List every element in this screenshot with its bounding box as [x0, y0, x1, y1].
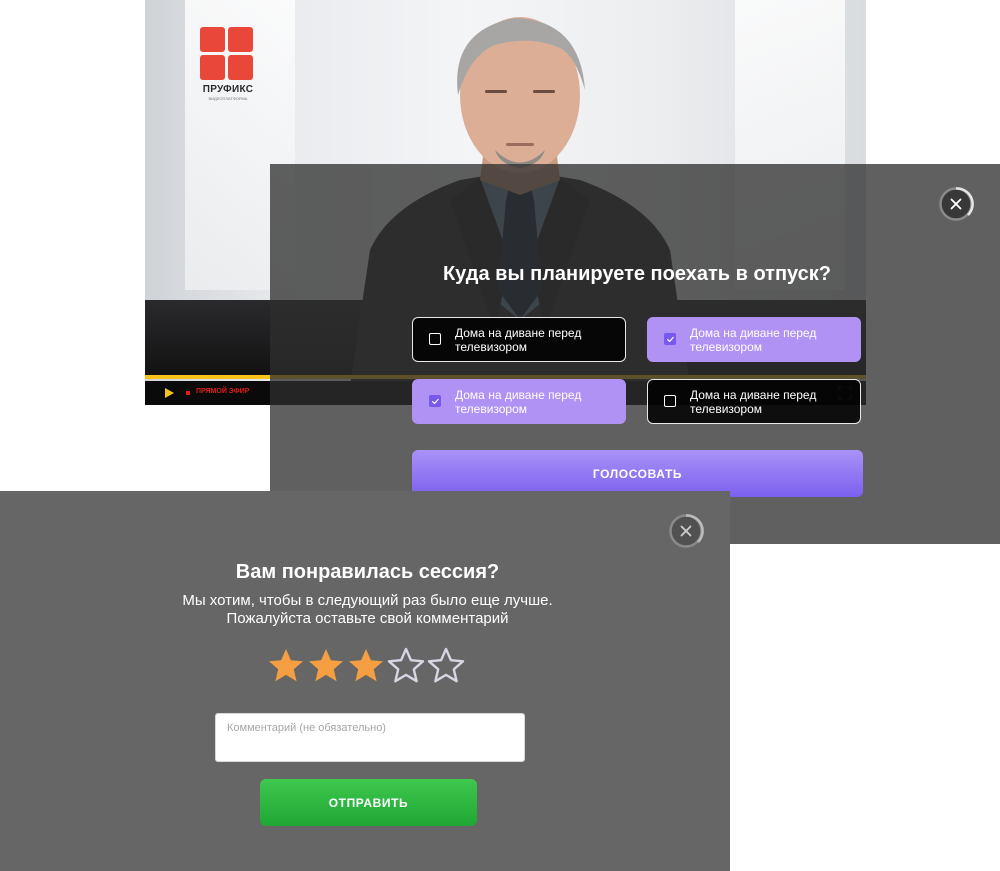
feedback-close-button[interactable]: [668, 513, 704, 549]
feedback-subtitle: Мы хотим, чтобы в следующий раз было еще…: [80, 592, 655, 628]
poll-option-label: Дома на диване перед телевизором: [690, 326, 817, 354]
star-filled-icon[interactable]: [347, 647, 387, 685]
star-rating: [267, 647, 471, 685]
poll-question: Куда вы планируете поехать в отпуск?: [442, 263, 832, 285]
play-icon[interactable]: [165, 388, 174, 398]
checkmark-icon: [431, 398, 439, 404]
logo-tagline: ВИДЕОПЛАТФОРМА: [208, 96, 248, 101]
poll-option-1[interactable]: Дома на диване перед телевизором: [412, 317, 626, 362]
brand-logo: ПРУФИКС ВИДЕОПЛАТФОРМА: [200, 27, 256, 101]
checkbox[interactable]: [429, 395, 441, 407]
poll-option-label: Дома на диване перед телевизором: [455, 326, 582, 354]
checkbox[interactable]: [664, 333, 676, 345]
feedback-subtitle-line: Мы хотим, чтобы в следующий раз было еще…: [182, 592, 553, 609]
star-empty-icon[interactable]: [427, 647, 467, 685]
checkbox[interactable]: [664, 395, 676, 407]
poll-option-3[interactable]: Дома на диване перед телевизором: [412, 379, 626, 424]
comment-input[interactable]: [215, 713, 525, 762]
live-indicator-icon: [186, 391, 190, 395]
poll-option-4[interactable]: Дома на диване перед телевизором: [647, 379, 861, 424]
star-filled-icon[interactable]: [307, 647, 347, 685]
feedback-title: Вам понравилась сессия?: [235, 561, 500, 583]
poll-option-2[interactable]: Дома на диване перед телевизором: [647, 317, 861, 362]
poll-close-button[interactable]: [938, 186, 974, 222]
submit-button[interactable]: ОТПРАВИТЬ: [260, 779, 477, 826]
vote-button[interactable]: ГОЛОСОВАТЬ: [412, 450, 863, 497]
feedback-panel: Вам понравилась сессия? Мы хотим, чтобы …: [0, 491, 730, 871]
poll-option-label: Дома на диване перед телевизором: [690, 388, 817, 416]
poll-overlay: Куда вы планируете поехать в отпуск? Дом…: [270, 164, 1000, 544]
poll-option-label: Дома на диване перед телевизором: [455, 388, 582, 416]
logo-mark-icon: [200, 27, 253, 80]
checkmark-icon: [666, 336, 674, 342]
feedback-subtitle-line: Пожалуйста оставьте свой комментарий: [226, 610, 509, 627]
live-label: ПРЯМОЙ ЭФИР: [196, 388, 250, 395]
checkbox[interactable]: [429, 333, 441, 345]
logo-brand-text: ПРУФИКС: [202, 84, 254, 95]
star-empty-icon[interactable]: [387, 647, 427, 685]
star-filled-icon[interactable]: [267, 647, 307, 685]
